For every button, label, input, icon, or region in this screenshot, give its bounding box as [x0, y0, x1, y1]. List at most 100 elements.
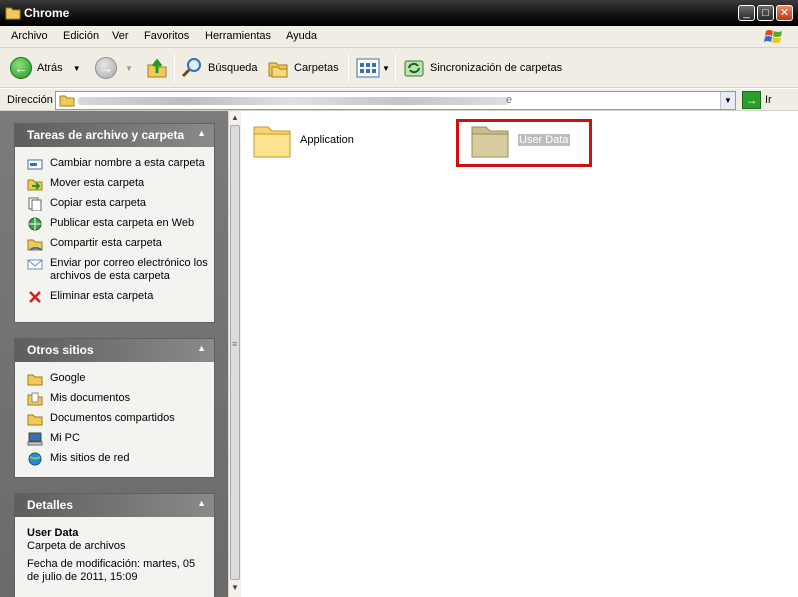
place-label: Mis sitios de red — [50, 452, 130, 464]
folders-icon — [268, 62, 288, 78]
up-folder-icon — [147, 58, 167, 78]
other-places-header[interactable]: Otros sitios ▲ — [15, 339, 214, 362]
delete-icon — [29, 291, 41, 303]
scroll-up-icon[interactable]: ▲ — [231, 113, 239, 122]
place-network[interactable]: Mis sitios de red — [15, 452, 214, 466]
folders-button[interactable]: Carpetas — [267, 56, 339, 80]
file-name: Application — [300, 134, 354, 146]
sync-label: Sincronización de carpetas — [430, 62, 563, 74]
task-delete[interactable]: Eliminar esta carpeta — [15, 290, 214, 303]
scroll-thumb[interactable] — [230, 125, 240, 580]
email-icon — [27, 259, 43, 270]
menu-ver[interactable]: Ver — [112, 30, 129, 42]
views-button[interactable]: ▼ — [356, 56, 390, 80]
address-path-blurred — [78, 97, 508, 105]
file-item-application[interactable]: Application — [252, 121, 354, 159]
forward-arrow-icon: → — [95, 57, 117, 79]
forward-dropdown-icon[interactable]: ▼ — [125, 64, 133, 73]
place-google[interactable]: Google — [15, 372, 214, 386]
sync-icon — [404, 60, 424, 77]
window-title: Chrome — [24, 6, 70, 20]
forward-button[interactable]: → ▼ — [95, 56, 133, 80]
address-dropdown-icon[interactable]: ▼ — [720, 92, 735, 109]
network-icon — [28, 452, 42, 466]
back-arrow-icon: ← — [10, 57, 32, 79]
folders-label: Carpetas — [294, 62, 339, 74]
details-panel: Detalles ▲ User Data Carpeta de archivos… — [14, 493, 215, 597]
task-label: Eliminar esta carpeta — [50, 290, 154, 302]
selection-highlight-box — [456, 119, 592, 167]
details-modified: Fecha de modificación: martes, 05 de jul… — [27, 558, 196, 583]
task-pane-scrollbar[interactable]: ▲ ≡ ▼ — [228, 111, 241, 597]
views-dropdown-icon[interactable]: ▼ — [382, 64, 390, 73]
place-label: Google — [50, 372, 86, 384]
task-label: Enviar por correo electrónico los archiv… — [50, 257, 208, 282]
file-folder-tasks-header[interactable]: Tareas de archivo y carpeta ▲ — [15, 124, 214, 147]
go-button[interactable]: Ir — [765, 94, 772, 106]
place-label: Mi PC — [50, 432, 80, 444]
back-label: Atrás — [37, 62, 63, 74]
place-my-computer[interactable]: Mi PC — [15, 432, 214, 446]
collapse-icon[interactable]: ▲ — [197, 498, 206, 508]
toolbar: ← Atrás ▼ → ▼ Búsqueda Carpetas ▼ Sincro… — [0, 48, 798, 88]
folder-icon — [59, 95, 75, 107]
move-icon — [27, 179, 43, 191]
task-label: Compartir esta carpeta — [50, 237, 162, 249]
task-publish-web[interactable]: Publicar esta carpeta en Web — [15, 217, 214, 231]
collapse-icon[interactable]: ▲ — [197, 128, 206, 138]
details-type: Carpeta de archivos — [27, 540, 126, 552]
toolbar-separator — [174, 54, 175, 82]
address-path-suffix: e — [506, 94, 513, 106]
close-button[interactable]: ✕ — [776, 5, 793, 21]
maximize-button[interactable]: □ — [757, 5, 774, 21]
menu-herramientas[interactable]: Herramientas — [205, 30, 271, 42]
file-list[interactable]: Application User Data — [242, 111, 798, 597]
collapse-icon[interactable]: ▲ — [197, 343, 206, 353]
go-arrow-icon[interactable]: → — [742, 91, 761, 109]
panel-title: Detalles — [27, 498, 74, 512]
folder-icon — [253, 126, 291, 158]
search-icon — [181, 58, 201, 78]
task-move[interactable]: Mover esta carpeta — [15, 177, 214, 191]
task-share[interactable]: Compartir esta carpeta — [15, 237, 214, 251]
task-label: Mover esta carpeta — [50, 177, 145, 189]
details-header[interactable]: Detalles ▲ — [15, 494, 214, 517]
panel-title: Tareas de archivo y carpeta — [27, 128, 185, 142]
place-shared-documents[interactable]: Documentos compartidos — [15, 412, 214, 426]
toolbar-separator — [395, 54, 396, 82]
details-body: User Data Carpeta de archivos Fecha de m… — [15, 517, 214, 594]
task-rename[interactable]: Cambiar nombre a esta carpeta — [15, 157, 214, 170]
address-label: Dirección — [7, 94, 53, 106]
my-computer-icon — [27, 432, 43, 446]
copy-icon — [28, 197, 42, 211]
task-label: Copiar esta carpeta — [50, 197, 146, 209]
menu-ayuda[interactable]: Ayuda — [286, 30, 317, 42]
back-dropdown-icon[interactable]: ▼ — [73, 64, 81, 73]
sync-folders-button[interactable]: Sincronización de carpetas — [403, 56, 562, 80]
menu-archivo[interactable]: Archivo — [11, 30, 48, 42]
place-my-documents[interactable]: Mis documentos — [15, 392, 214, 406]
task-copy[interactable]: Copiar esta carpeta — [15, 197, 214, 211]
rename-icon — [27, 159, 43, 170]
place-label: Documentos compartidos — [50, 412, 175, 424]
windows-logo-icon — [764, 30, 782, 43]
menu-edicion[interactable]: Edición — [63, 30, 99, 42]
address-input[interactable]: e ▼ — [55, 91, 736, 110]
search-button[interactable]: Búsqueda — [181, 56, 258, 80]
share-icon — [27, 239, 43, 251]
up-folder-button[interactable] — [146, 56, 168, 80]
scroll-down-icon[interactable]: ▼ — [231, 583, 239, 592]
toolbar-separator — [348, 54, 349, 82]
minimize-button[interactable]: _ — [738, 5, 755, 21]
details-name: User Data — [27, 527, 79, 539]
views-icon — [356, 58, 380, 78]
folder-icon — [27, 374, 43, 386]
folder-icon — [5, 7, 21, 20]
publish-web-icon — [28, 217, 42, 231]
task-email[interactable]: Enviar por correo electrónico los archiv… — [15, 257, 214, 283]
back-button[interactable]: ← Atrás ▼ — [10, 56, 81, 80]
menu-favoritos[interactable]: Favoritos — [144, 30, 189, 42]
menu-bar: Archivo Edición Ver Favoritos Herramient… — [0, 26, 798, 48]
file-folder-tasks-panel: Tareas de archivo y carpeta ▲ Cambiar no… — [14, 123, 215, 323]
task-label: Cambiar nombre a esta carpeta — [50, 157, 205, 169]
